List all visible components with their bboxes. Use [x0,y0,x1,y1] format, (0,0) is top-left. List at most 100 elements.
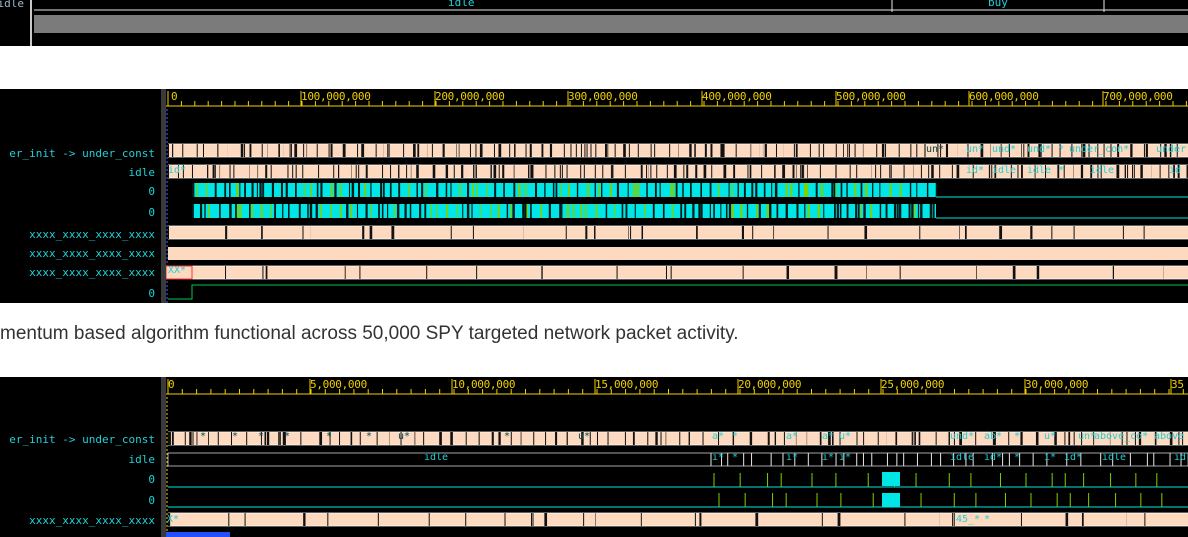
pulse-edge [625,204,628,218]
bus-transition [171,432,174,445]
bus-transition [595,144,597,157]
pulse-edge [717,183,720,197]
waveform-area[interactable]: 0 100,000,000 200,000,000 300,000,000 40… [166,89,1188,303]
pulse-edge [285,183,288,197]
bus-transition [646,165,648,178]
top-scrollbar-track[interactable] [34,15,1188,33]
bus-transition [442,144,445,157]
pulse-edge [833,183,836,197]
idle-bus-label: id* [984,452,1003,463]
pulse-edge [319,204,322,218]
bus-transition [1130,144,1133,157]
pulse-edge [728,183,730,197]
pulse-edge [419,204,422,218]
pulse-edge [893,204,897,218]
pulse-edge [621,204,624,218]
pulse-edge [497,204,500,218]
signal-name-state[interactable]: er_init -> under_const [9,434,155,446]
pulse-edge [929,204,933,218]
bus-transition [660,432,662,445]
pulse-edge [494,183,497,197]
pulse-edge [269,204,272,218]
pulse-fill [192,183,936,197]
pulse-edge [513,183,516,197]
idle-bus-label: i* [822,452,835,463]
pulse-edge [467,183,470,197]
pulse-edge [205,183,208,197]
bus-transition [823,144,825,157]
bus-transition [945,144,949,157]
bus-transition [876,144,878,157]
pulse-edge [251,204,253,218]
bus-transition [628,144,630,157]
bus-a-label: * [984,514,991,525]
bus-transition [885,144,887,157]
bus-transition [406,165,408,178]
pulse-edge [479,204,481,218]
signal-name-bus-b[interactable]: xxxx_xxxx_xxxx_xxxx [29,248,155,260]
signal-name-state[interactable]: er_init -> under_const [9,148,155,160]
signal-name-bit-a[interactable]: 0 [148,474,155,486]
pulse-edge [725,204,728,218]
pulse-edge [561,204,563,218]
pulse-edge [208,204,210,218]
state-bus-label: * [732,431,739,442]
signal-name-idle[interactable]: idle [129,454,156,466]
signal-name-bit-c[interactable]: 0 [148,288,155,300]
bus-transition [554,165,556,178]
top-signal-name[interactable]: idle [0,0,24,10]
pulse-edge [239,204,242,218]
state-bus-label: * [326,431,333,442]
bus-transition [233,165,235,178]
pulse-edge [534,183,538,197]
bus-transition [655,432,658,445]
bus-fill [168,266,1188,279]
signal-name-bus-a[interactable]: xxxx_xxxx_xxxx_xxxx [29,229,155,241]
pulse-edge [709,183,712,197]
bus-transition [932,165,934,178]
bus-transition [207,165,209,178]
bus-transition [583,513,585,526]
waveform-area[interactable]: 0 5,000,000 10,000,000 15,000,000 20,000… [166,377,1188,537]
bus-transition [679,432,681,445]
state-bus-label: above [1154,431,1185,442]
state-bus-label: un* [966,144,985,155]
idle-bus-label: id* [168,165,187,176]
pulse-edge [244,183,246,197]
bus-transition [403,144,405,157]
pulse-edge [682,183,684,197]
bus-transition [819,165,821,178]
bus-transition [953,513,955,526]
bus-transition [1127,165,1129,178]
bus-transition [976,266,977,279]
pulse-edge [566,204,570,218]
signal-name-bus-c[interactable]: xxxx_xxxx_xxxx_xxxx [29,267,155,279]
bus-transition [752,226,754,239]
pulse-edge [746,204,749,218]
bus-transition [541,266,543,279]
pulse-edge [490,204,492,218]
pulse-edge [820,183,824,197]
pulse-edge [863,204,866,218]
bus-transition [807,165,808,178]
signal-name-bit-b[interactable]: 0 [148,207,155,219]
signal-name-idle[interactable]: idle [129,167,156,179]
signal-name-bit-a[interactable]: 0 [148,186,155,198]
bus-transition [767,432,770,445]
pulse-edge [898,204,902,218]
signal-name-bus-a[interactable]: xxxx_xxxx_xxxx_xxxx [29,515,155,527]
pulse-edge [364,183,367,197]
pulse-edge [758,204,761,218]
pulse-edge [526,204,529,218]
pulse-edge [378,204,380,218]
pulse-edge [280,183,283,197]
signal-name-bit-b[interactable]: 0 [148,495,155,507]
pulse-edge [476,183,478,197]
bus-transition [502,165,505,178]
pulse-edge [522,204,525,218]
bus-transition [513,165,515,178]
bus-transition [1081,513,1084,526]
pulse-edge [796,204,799,218]
pulse-edge [690,183,692,197]
state-bus-label: above_co* [1094,431,1149,442]
